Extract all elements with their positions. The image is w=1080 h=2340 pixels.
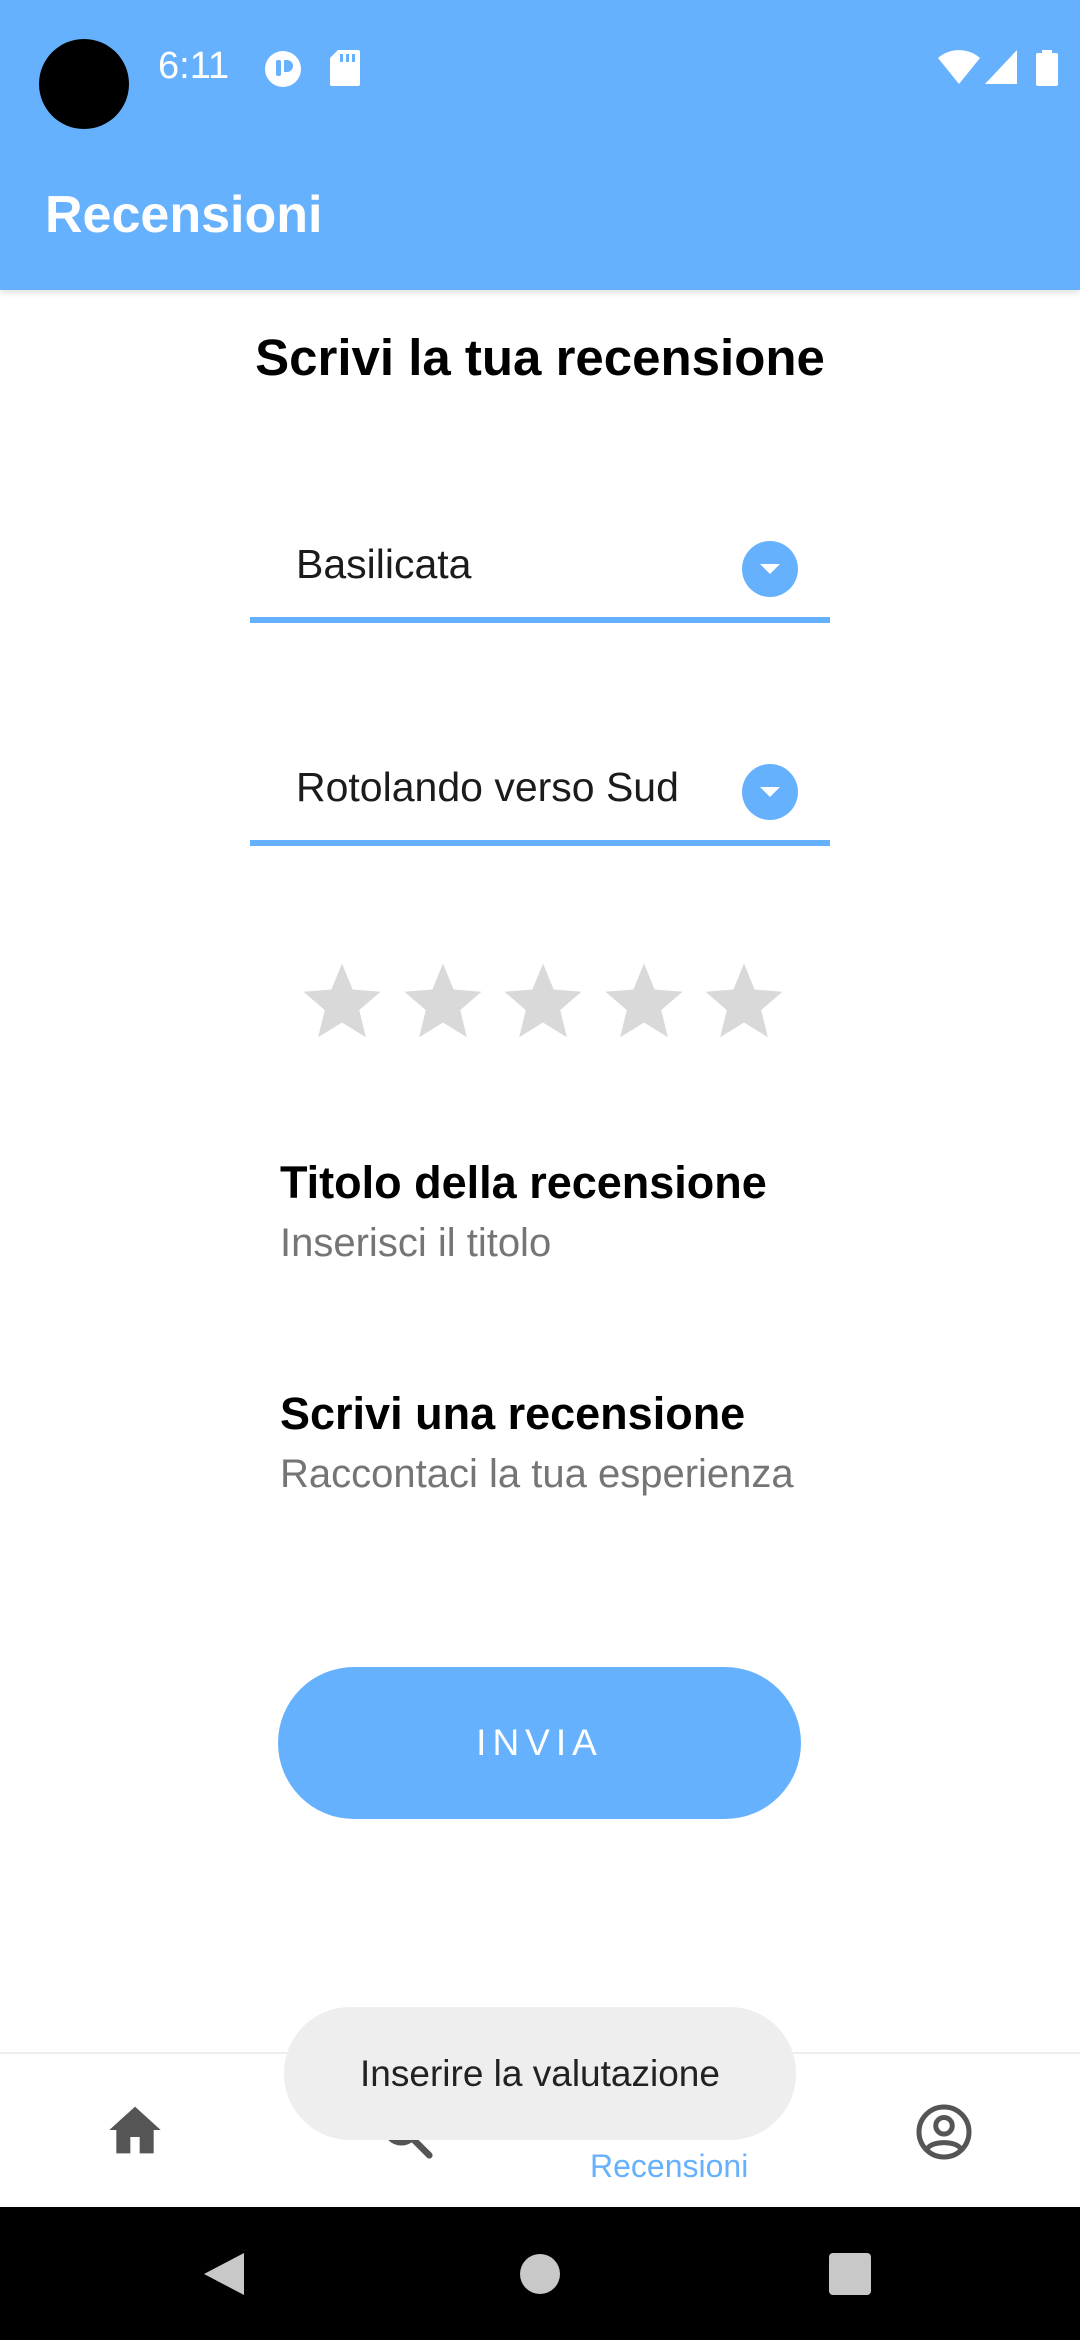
star-3-icon[interactable] — [499, 958, 587, 1046]
review-title-field: Titolo della recensione — [280, 1157, 880, 1266]
app-title: Recensioni — [45, 186, 323, 244]
status-time: 6:11 — [158, 45, 230, 87]
submit-button[interactable]: INVIA — [278, 1667, 801, 1819]
region-dropdown[interactable]: Basilicata — [250, 513, 830, 623]
home-icon — [109, 2106, 161, 2154]
star-rating — [298, 958, 788, 1050]
star-4-icon[interactable] — [600, 958, 688, 1046]
signal-icon — [985, 50, 1017, 84]
recents-icon[interactable] — [829, 2253, 871, 2295]
chevron-down-icon[interactable] — [742, 764, 798, 820]
star-5-icon[interactable] — [700, 958, 788, 1046]
back-icon[interactable] — [202, 2251, 246, 2297]
star-2-icon[interactable] — [399, 958, 487, 1046]
nav-label-reviews: Recensioni — [590, 2148, 749, 2184]
account-icon — [916, 2104, 972, 2160]
camera-cutout — [39, 39, 129, 129]
place-dropdown[interactable]: Rotolando verso Sud — [250, 736, 830, 846]
nav-item-account[interactable] — [810, 2054, 1080, 2209]
region-dropdown-value: Basilicata — [296, 541, 472, 587]
chevron-down-icon[interactable] — [742, 541, 798, 597]
wifi-icon — [938, 50, 980, 84]
sd-card-icon — [330, 50, 360, 86]
star-1-icon[interactable] — [298, 958, 386, 1046]
place-dropdown-value: Rotolando verso Sud — [296, 764, 679, 810]
review-body-input[interactable] — [280, 1452, 880, 1497]
data-saver-icon — [265, 51, 301, 87]
review-body-label: Scrivi una recensione — [280, 1388, 746, 1439]
page-title: Scrivi la tua recensione — [255, 329, 825, 386]
battery-icon — [1036, 50, 1058, 86]
toast-message: Inserire la valutazione — [284, 2007, 796, 2140]
review-title-input[interactable] — [280, 1221, 880, 1266]
review-title-label: Titolo della recensione — [280, 1157, 767, 1208]
app-header: 6:11 Recensioni — [0, 0, 1080, 290]
review-body-field: Scrivi una recensione — [280, 1388, 880, 1497]
system-navigation-bar — [0, 2207, 1080, 2340]
home-button-icon[interactable] — [520, 2254, 560, 2294]
nav-item-home[interactable] — [0, 2054, 270, 2209]
